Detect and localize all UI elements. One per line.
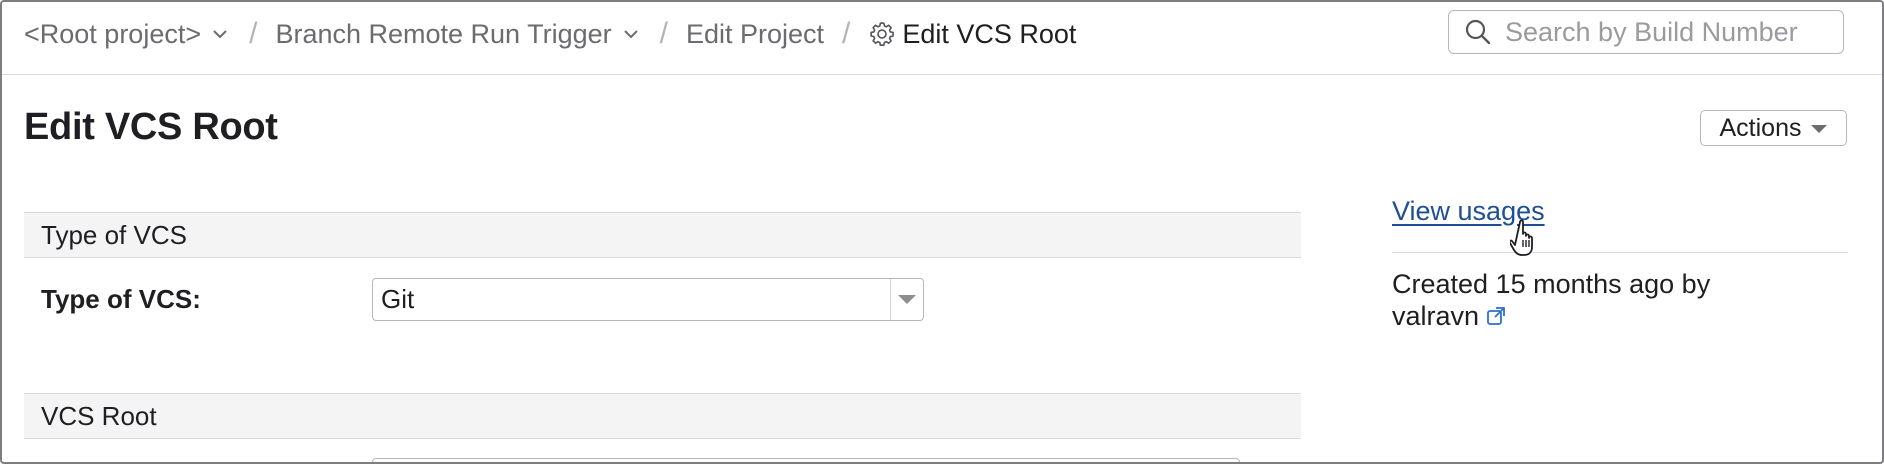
breadcrumb-separator: / (249, 17, 258, 50)
breadcrumb-bar: <Root project> / Branch Remote Run Trigg… (2, 2, 1882, 75)
page-title: Edit VCS Root (24, 106, 278, 148)
created-info: Created 15 months ago by valravn (1392, 268, 1812, 332)
gear-icon (870, 22, 895, 47)
search-input[interactable] (1503, 15, 1827, 49)
hand-pointer-cursor-icon (1510, 219, 1533, 256)
actions-button[interactable]: Actions (1700, 110, 1847, 146)
chevron-down-icon (213, 30, 227, 39)
breadcrumb-separator: / (659, 17, 668, 50)
section-vcs-root: VCS Root (24, 393, 1301, 439)
created-by-user: valravn (1392, 301, 1480, 331)
breadcrumb-root-project[interactable]: <Root project> (24, 19, 231, 50)
caret-down-icon (1811, 125, 1828, 133)
breadcrumb-separator: / (842, 17, 851, 50)
vcs-root-field-partial[interactable] (372, 458, 1240, 462)
search-icon (1465, 19, 1491, 45)
sidebar-divider (1392, 252, 1848, 253)
breadcrumb-current: Edit VCS Root (868, 19, 1076, 50)
type-of-vcs-label: Type of VCS: (41, 284, 201, 314)
type-of-vcs-select[interactable]: Git (372, 278, 924, 321)
external-link-icon (1487, 307, 1505, 325)
breadcrumb-root-project-label: <Root project> (24, 18, 202, 49)
type-of-vcs-value: Git (381, 284, 415, 314)
app-window: <Root project> / Branch Remote Run Trigg… (0, 0, 1884, 464)
actions-button-label: Actions (1719, 113, 1802, 142)
section-type-of-vcs: Type of VCS (24, 212, 1301, 258)
breadcrumb-project[interactable]: Branch Remote Run Trigger (275, 19, 641, 50)
breadcrumb-edit-project[interactable]: Edit Project (686, 19, 824, 50)
search-box[interactable] (1448, 10, 1844, 54)
chevron-down-icon (623, 30, 638, 39)
breadcrumb-current-label: Edit VCS Root (902, 18, 1077, 49)
created-text: Created 15 months ago by (1392, 269, 1711, 299)
triangle-down-icon (898, 295, 916, 304)
breadcrumb: <Root project> / Branch Remote Run Trigg… (24, 2, 1076, 66)
breadcrumb-project-label: Branch Remote Run Trigger (275, 18, 612, 49)
created-by-user-link[interactable]: valravn (1392, 301, 1507, 331)
select-arrow[interactable] (890, 279, 923, 320)
